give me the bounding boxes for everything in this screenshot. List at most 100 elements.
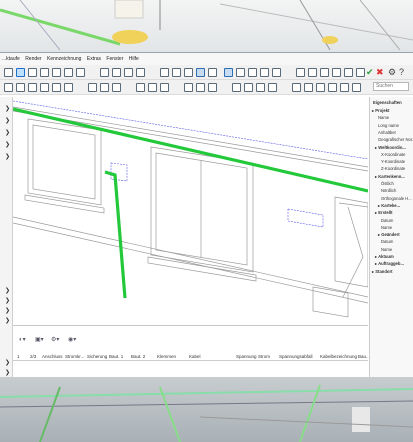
menu-item-4[interactable]: Extras xyxy=(85,56,103,62)
tool-icon[interactable] xyxy=(256,83,265,92)
chevron-right-icon[interactable]: ❯ xyxy=(5,307,10,314)
tool-icon[interactable] xyxy=(136,83,145,92)
tool-icon[interactable] xyxy=(64,68,73,77)
property-row[interactable]: ▸ Geändert xyxy=(378,232,400,237)
tool-icon[interactable] xyxy=(344,68,353,77)
tool-icon[interactable] xyxy=(356,68,365,77)
gear-icon[interactable]: ⚙ xyxy=(388,66,396,78)
tool-icon[interactable] xyxy=(4,83,13,92)
col-header[interactable]: Baut. 1 xyxy=(109,354,123,359)
tool-icon[interactable] xyxy=(40,83,49,92)
col-header[interactable]: 2/3 xyxy=(30,354,36,359)
menu-item-5[interactable]: Fenster xyxy=(104,56,125,62)
tool-icon[interactable] xyxy=(224,68,233,77)
chevron-right-icon[interactable]: ❯ xyxy=(5,129,10,136)
tool-icon[interactable] xyxy=(208,68,217,77)
tool-icon[interactable] xyxy=(304,83,313,92)
tool-icon[interactable] xyxy=(16,83,25,92)
property-row[interactable]: Y-Koordinate xyxy=(381,159,405,164)
property-row[interactable]: Datum xyxy=(381,239,393,244)
property-row[interactable]: ▸ Standort xyxy=(372,269,392,274)
chevron-right-icon[interactable]: ❯ xyxy=(5,141,10,148)
tool-icon[interactable] xyxy=(160,68,169,77)
property-row[interactable]: ▸ Aktuum xyxy=(375,254,394,259)
tool-icon[interactable] xyxy=(52,83,61,92)
settings-icon[interactable]: ⚙▾ xyxy=(51,336,59,343)
property-row[interactable]: Nördlich xyxy=(381,188,396,193)
view-icon[interactable]: ◉▾ xyxy=(68,336,76,343)
col-header[interactable]: Kabelbezeichnung xyxy=(320,354,357,359)
tool-icon[interactable] xyxy=(136,68,145,77)
col-header[interactable]: Strom xyxy=(258,354,270,359)
tool-icon[interactable] xyxy=(260,68,269,77)
tool-icon[interactable] xyxy=(184,68,193,77)
col-header[interactable]: 1 xyxy=(17,354,20,359)
tool-icon[interactable] xyxy=(88,83,97,92)
tool-icon[interactable] xyxy=(292,83,301,92)
property-row[interactable]: ▸ Erstellt xyxy=(375,210,392,215)
tool-icon[interactable] xyxy=(28,83,37,92)
chevron-right-icon[interactable]: ❯ xyxy=(5,317,10,324)
tool-icon[interactable] xyxy=(100,68,109,77)
tool-icon[interactable] xyxy=(296,68,305,77)
col-header[interactable]: Sicherung xyxy=(87,354,107,359)
property-row[interactable]: Long name xyxy=(378,123,399,128)
chevron-right-icon[interactable]: ❯ xyxy=(5,369,10,376)
tool-icon[interactable] xyxy=(316,83,325,92)
panel-icon[interactable]: ◐▾ xyxy=(19,336,26,343)
tool-icon[interactable] xyxy=(28,68,37,77)
help-icon[interactable]: ? xyxy=(399,66,404,78)
tool-icon[interactable] xyxy=(232,83,241,92)
tool-icon[interactable] xyxy=(184,83,193,92)
property-row[interactable]: Orthogonale H... xyxy=(381,196,412,201)
property-row[interactable]: Datum xyxy=(381,218,393,223)
tool-icon[interactable] xyxy=(332,68,341,77)
tool-icon[interactable] xyxy=(172,68,181,77)
tool-icon[interactable] xyxy=(148,83,157,92)
tool-icon[interactable] xyxy=(268,83,277,92)
tool-icon[interactable] xyxy=(244,83,253,92)
property-row[interactable]: Anhaltbet xyxy=(378,130,396,135)
property-row[interactable]: X-Koordinate xyxy=(381,152,405,157)
tool-icon[interactable] xyxy=(328,83,337,92)
property-row[interactable]: Z-Koordinate xyxy=(381,166,405,171)
export-icon[interactable]: ▣▾ xyxy=(35,336,44,343)
tool-icon[interactable] xyxy=(16,68,25,77)
cancel-icon[interactable]: ✖ xyxy=(376,66,384,78)
col-header[interactable]: Bau... xyxy=(358,354,370,359)
tool-icon[interactable] xyxy=(64,83,73,92)
tool-icon[interactable] xyxy=(272,68,281,77)
menu-item-2[interactable]: Render xyxy=(23,56,43,62)
col-header[interactable]: Baut. 2 xyxy=(131,354,145,359)
chevron-right-icon[interactable]: ❯ xyxy=(5,297,10,304)
col-header[interactable]: Anschluss xyxy=(42,354,63,359)
tool-icon[interactable] xyxy=(76,68,85,77)
tool-icon[interactable] xyxy=(100,83,109,92)
property-row[interactable]: ▸ Kartenkenn... xyxy=(375,174,405,179)
col-header[interactable]: Klemmen xyxy=(157,354,176,359)
chevron-right-icon[interactable]: ❯ xyxy=(5,287,10,294)
menu-item-1[interactable]: ...ktaufe xyxy=(0,56,22,62)
tool-icon[interactable] xyxy=(308,68,317,77)
tool-icon[interactable] xyxy=(196,83,205,92)
menu-item-6[interactable]: Hilfe xyxy=(127,56,141,62)
property-row[interactable]: ▸ Weltkoordin... xyxy=(375,145,406,150)
chevron-right-icon[interactable]: ❯ xyxy=(5,359,10,366)
tool-icon[interactable] xyxy=(352,83,361,92)
tool-icon[interactable] xyxy=(196,68,205,77)
search-input[interactable] xyxy=(373,82,409,91)
property-row[interactable]: Geografischer Nor... xyxy=(378,137,413,142)
property-row[interactable]: ▸ Auftraggeb... xyxy=(375,261,404,266)
tool-icon[interactable] xyxy=(340,83,349,92)
tool-icon[interactable] xyxy=(124,68,133,77)
chevron-right-icon[interactable]: ❯ xyxy=(5,117,10,124)
tool-icon[interactable] xyxy=(52,68,61,77)
property-row[interactable]: Name xyxy=(381,225,392,230)
col-header[interactable]: Spannungsabfall xyxy=(279,354,313,359)
property-row[interactable]: Name xyxy=(378,115,389,120)
tool-icon[interactable] xyxy=(112,83,121,92)
property-row[interactable]: Östlich xyxy=(381,181,394,186)
tool-icon[interactable] xyxy=(248,68,257,77)
tool-icon[interactable] xyxy=(160,83,169,92)
confirm-icon[interactable]: ✔ xyxy=(366,66,374,78)
